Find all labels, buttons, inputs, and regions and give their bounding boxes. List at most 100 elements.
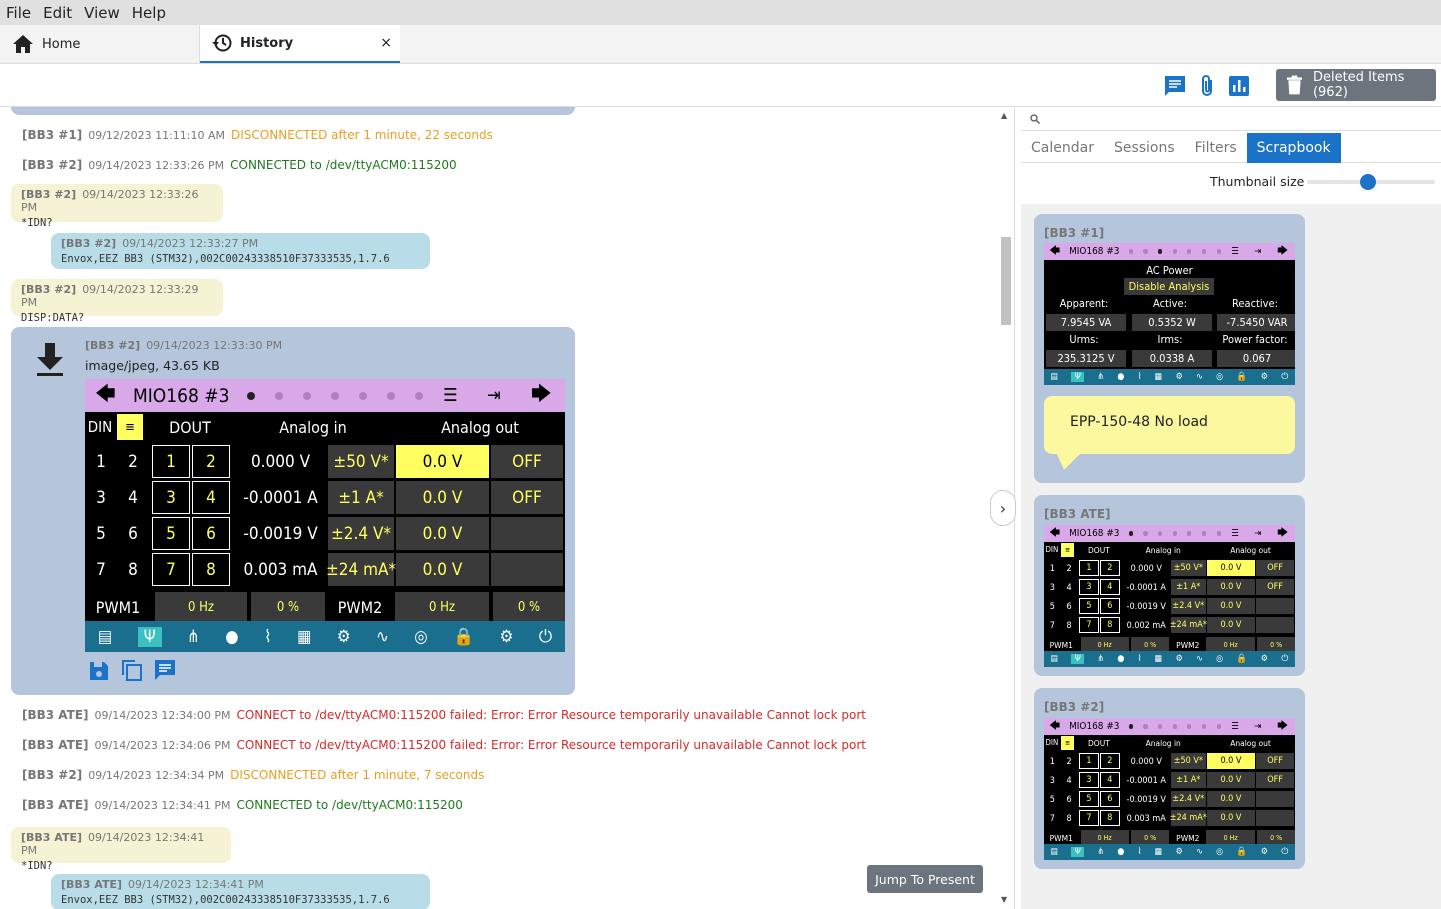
- analog-in-range: ±24 mA*: [326, 553, 396, 586]
- analog-out-state: [491, 553, 563, 586]
- answer-bubble[interactable]: [BB3 ATE] 09/14/2023 12:34:41 PM Envox,EEZ…: [51, 874, 430, 909]
- add-note-icon[interactable]: [1163, 74, 1187, 98]
- settings-icon: ☰: [1231, 246, 1239, 257]
- din-value: 6: [128, 524, 138, 544]
- entry-text: *IDN?: [21, 860, 53, 872]
- close-icon[interactable]: ×: [380, 35, 392, 51]
- page-dot: [1172, 531, 1177, 536]
- tab-filters[interactable]: Filters: [1185, 133, 1247, 163]
- page-dot: [1216, 724, 1221, 729]
- analog-out-value: 0.0 V: [1206, 753, 1256, 769]
- page-dot: [331, 391, 339, 400]
- side-panel: Calendar Sessions Filters Scrapbook Thum…: [1021, 107, 1441, 909]
- scrapbook-card[interactable]: [BB3 #1] 🡄 MIO168 #3 ☰ ⇥ 🡆 AC Power Disable An…: [1034, 214, 1305, 483]
- scrollbar-thumb[interactable]: [1001, 237, 1011, 325]
- entry-source: [BB3 #2]: [21, 188, 77, 201]
- history-entry[interactable]: [BB3 ATE] 09/14/2023 12:34:41 PM CONNECTED…: [22, 798, 463, 812]
- download-icon[interactable]: [35, 343, 65, 377]
- history-entry[interactable]: [BB3 #2] 09/14/2023 12:33:26 PM CONNECTED …: [22, 158, 457, 172]
- exit-icon: ⇥: [487, 385, 501, 406]
- tab-sessions[interactable]: Sessions: [1104, 133, 1185, 163]
- dout-button: 1: [152, 445, 190, 478]
- copy-icon[interactable]: [121, 659, 143, 681]
- dout-header: DOUT: [169, 417, 211, 437]
- ac-value: 0.5352 W: [1132, 314, 1212, 331]
- wave-icon: ∿: [376, 626, 389, 647]
- ac-value: 7.9545 VA: [1046, 314, 1126, 331]
- scrapbook-card[interactable]: [BB3 #2] 🡄 MIO168 #3 ☰ ⇥ 🡆 DIN ≡ DOUT Analog in A…: [1034, 688, 1305, 869]
- jump-to-present-button[interactable]: Jump To Present: [867, 865, 983, 893]
- history-entry[interactable]: [BB3 ATE] 09/14/2023 12:34:06 PM CONNECT t…: [22, 738, 866, 752]
- note-text: EPP-150-48 No load: [1044, 396, 1295, 454]
- menu-view[interactable]: View: [84, 4, 120, 22]
- entry-time: 09/14/2023 12:34:41 PM: [127, 878, 264, 891]
- history-entry[interactable]: [BB3 #1] 09/12/2023 11:11:10 AM DISCONNECT…: [22, 128, 493, 142]
- dout-button: 8: [1099, 810, 1120, 826]
- page-dot: [1128, 249, 1133, 254]
- arrow-right-icon: 🡆: [1277, 719, 1289, 732]
- analog-out-state: OFF: [1256, 753, 1294, 769]
- attach-file-icon[interactable]: [1196, 74, 1220, 98]
- search-input[interactable]: [1021, 107, 1441, 131]
- deleted-items-button[interactable]: Deleted Items (962): [1276, 69, 1436, 101]
- comment-icon[interactable]: [154, 659, 176, 681]
- arrow-left-icon: 🡄: [1049, 244, 1061, 257]
- arrow-left-icon: 🡄: [1049, 526, 1061, 539]
- image-info: image/jpeg, 43.65 KB: [85, 358, 220, 373]
- collapse-panel-icon[interactable]: ›: [990, 490, 1016, 526]
- entry-source: [BB3 ATE]: [22, 738, 89, 752]
- usb-icon: Ψ: [1071, 847, 1085, 857]
- history-toolbar: Deleted Items (962): [0, 64, 1441, 107]
- din-value: 7: [96, 560, 106, 580]
- network-icon: ⋔: [1097, 847, 1105, 857]
- entry-source: [BB3 ATE]: [61, 878, 122, 891]
- module-title: MIO168 #3: [1069, 721, 1120, 732]
- lock-icon: 🔒: [1236, 847, 1248, 857]
- ac-label: Reactive:: [1232, 297, 1278, 310]
- menu-file[interactable]: File: [6, 4, 31, 22]
- circle-icon: ●: [1117, 372, 1125, 382]
- history-entry[interactable]: [BB3 #2] 09/14/2023 12:34:34 PM DISCONNECT…: [22, 768, 484, 782]
- entry-source: [BB3 #2]: [22, 158, 83, 172]
- page-dot: [359, 391, 367, 400]
- analog-out-header: Analog out: [1230, 737, 1271, 748]
- entry-text: CONNECT to /dev/ttyACM0:115200 failed: E…: [236, 708, 867, 722]
- scrapbook-card[interactable]: [BB3 ATE] 🡄 MIO168 #3 ☰ ⇥ 🡆 DIN ≡ DOUT Analog in…: [1034, 495, 1305, 676]
- tab-scrapbook[interactable]: Scrapbook: [1246, 133, 1341, 163]
- ac-value: 235.3125 V: [1046, 350, 1126, 367]
- menu-help[interactable]: Help: [132, 4, 166, 22]
- save-icon[interactable]: [89, 661, 109, 681]
- module-title: MIO168 #3: [1069, 246, 1120, 257]
- scroll-down-icon[interactable]: ▼: [1001, 895, 1007, 904]
- dout-button: 8: [1099, 617, 1120, 633]
- settings-icon: ☰: [443, 385, 458, 406]
- din-value: 1: [96, 452, 106, 472]
- arrow-right-icon: 🡆: [531, 380, 552, 405]
- din-value: 7: [1049, 620, 1055, 631]
- gear-icon: ⚙: [1260, 654, 1268, 664]
- chart-icon[interactable]: [1227, 74, 1251, 98]
- entry-source: [BB3 #2]: [21, 283, 77, 296]
- tab-home[interactable]: Home: [0, 25, 200, 63]
- history-entry[interactable]: [BB3 ATE] 09/14/2023 12:34:00 PM CONNECT t…: [22, 708, 866, 722]
- gauge-icon: ◎: [1216, 654, 1224, 664]
- request-bubble[interactable]: [BB3 ATE] 09/14/2023 12:34:41 PM *IDN?: [11, 827, 231, 872]
- page-dot: [1201, 531, 1207, 536]
- page-dot: [1157, 531, 1163, 536]
- entry-source: [BB3 ATE]: [21, 831, 82, 844]
- dout-button: 3: [1079, 579, 1099, 595]
- menu-edit[interactable]: Edit: [43, 4, 72, 22]
- tab-history[interactable]: History ×: [200, 25, 400, 63]
- screenshot-message[interactable]: [BB3 #2] 09/14/2023 12:33:30 PM image/jpe…: [11, 327, 575, 695]
- request-bubble[interactable]: [BB3 #2] 09/14/2023 12:33:29 PM DISP:DATA?: [11, 279, 223, 324]
- wave-icon: ∿: [1196, 372, 1203, 382]
- exit-icon: ⇥: [1254, 528, 1262, 539]
- scroll-up-icon[interactable]: ▲: [1001, 111, 1007, 120]
- tab-calendar[interactable]: Calendar: [1021, 133, 1104, 163]
- request-bubble[interactable]: [BB3 #2] 09/14/2023 12:33:26 PM *IDN?: [11, 184, 223, 229]
- pwm2-duty: 0 %: [493, 592, 565, 622]
- answer-bubble[interactable]: [BB3 #2] 09/14/2023 12:33:27 PM Envox,EEZ …: [51, 233, 430, 269]
- dout-button: 4: [192, 481, 230, 514]
- slider-knob[interactable]: [1360, 174, 1376, 190]
- dout-button: 2: [1099, 560, 1120, 576]
